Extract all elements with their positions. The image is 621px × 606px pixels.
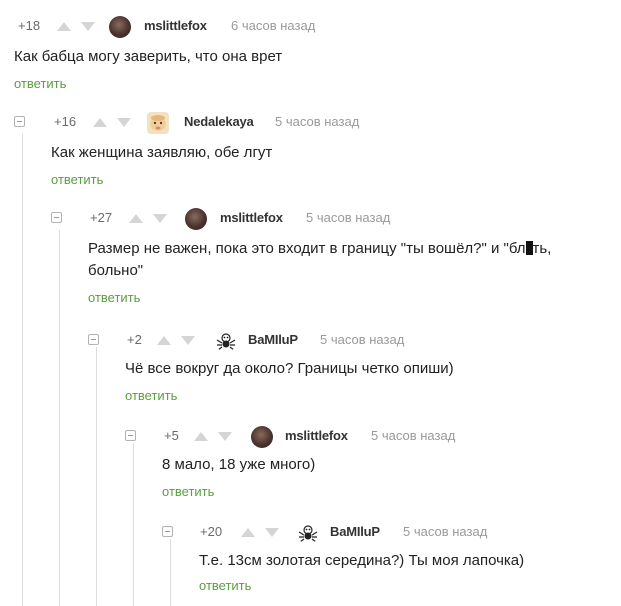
comment: +5 mslittlefox 5 часов назад 8 мало, 18 …: [125, 426, 608, 499]
comment-text-part: Размер не важен, пока это входит в грани…: [88, 240, 526, 257]
reply-button[interactable]: ответить: [162, 484, 608, 499]
comment: +27 mslittlefox 5 часов назад Размер не …: [51, 208, 614, 305]
upvote-icon[interactable]: [129, 214, 143, 223]
collapse-toggle-icon[interactable]: [14, 116, 25, 127]
comment-time[interactable]: 5 часов назад: [275, 114, 359, 129]
collapse-toggle-icon[interactable]: [51, 212, 62, 223]
upvote-icon[interactable]: [157, 336, 171, 345]
comment: +20 BaMIluP 5 часов назад Т.е. 13см золо…: [162, 522, 615, 593]
collapse-toggle-icon[interactable]: [162, 526, 173, 537]
comment-text: Размер не важен, пока это входит в грани…: [88, 238, 614, 282]
comment-text: Чё все вокруг да около? Границы четко оп…: [125, 360, 454, 377]
comment-author[interactable]: BaMIluP: [248, 332, 298, 347]
comment-rating: +27: [90, 210, 113, 225]
reply-button[interactable]: ответить: [199, 578, 615, 593]
avatar[interactable]: [185, 208, 207, 230]
comment-header: +5 mslittlefox 5 часов назад: [125, 426, 608, 450]
spider-icon: [298, 525, 318, 543]
comment-time[interactable]: 5 часов назад: [403, 524, 487, 539]
comment-author[interactable]: BaMIluP: [330, 524, 380, 539]
comment: +16 Nedalekaya 5 часов назад Как женщина…: [14, 112, 607, 187]
reply-button[interactable]: ответить: [125, 388, 611, 403]
avatar[interactable]: [297, 522, 319, 544]
censor-block: [525, 241, 533, 255]
downvote-icon[interactable]: [117, 118, 131, 127]
downvote-icon[interactable]: [153, 214, 167, 223]
comment: +18 mslittlefox 6 часов назад Как бабца …: [14, 16, 614, 91]
comment-header: +18 mslittlefox 6 часов назад: [14, 16, 614, 40]
reply-button[interactable]: ответить: [88, 290, 614, 305]
upvote-icon[interactable]: [241, 528, 255, 537]
avatar[interactable]: [147, 112, 169, 134]
comment-rating: +2: [127, 332, 142, 347]
comment-text: Т.е. 13см золотая середина?) Ты моя лапо…: [199, 552, 525, 569]
comment-time[interactable]: 5 часов назад: [371, 428, 455, 443]
comment-text-part: ть,: [532, 240, 552, 257]
collapse-toggle-icon[interactable]: [125, 430, 136, 441]
downvote-icon[interactable]: [81, 22, 95, 31]
comment-text-part: больно": [88, 262, 144, 279]
comment-author[interactable]: Nedalekaya: [184, 114, 254, 129]
comment-time[interactable]: 5 часов назад: [306, 210, 390, 225]
spider-icon: [216, 333, 236, 351]
comment: +2 BaMIluP 5 часов назад Чё все вокруг д…: [88, 330, 611, 403]
comment-author[interactable]: mslittlefox: [220, 210, 283, 225]
comment-rating: +16: [54, 114, 77, 129]
thread-line-level-1[interactable]: [22, 134, 23, 606]
comment-rating: +20: [200, 524, 223, 539]
reply-button[interactable]: ответить: [51, 172, 607, 187]
downvote-icon[interactable]: [218, 432, 232, 441]
comment-text: 8 мало, 18 уже много): [162, 456, 316, 473]
comment-header: +27 mslittlefox 5 часов назад: [51, 208, 614, 232]
collapse-toggle-icon[interactable]: [88, 334, 99, 345]
comment-header: +2 BaMIluP 5 часов назад: [88, 330, 611, 354]
upvote-icon[interactable]: [194, 432, 208, 441]
comment-author[interactable]: mslittlefox: [144, 18, 207, 33]
downvote-icon[interactable]: [265, 528, 279, 537]
avatar[interactable]: [215, 330, 237, 352]
avatar[interactable]: [251, 426, 273, 448]
comment-text: Как бабца могу заверить, что она врет: [14, 48, 283, 65]
comment-time[interactable]: 6 часов назад: [231, 18, 315, 33]
reply-button[interactable]: ответить: [14, 76, 614, 91]
comment-rating: +5: [164, 428, 179, 443]
comment-header: +16 Nedalekaya 5 часов назад: [14, 112, 607, 136]
comment-text: Как женщина заявляю, обе лгут: [51, 144, 273, 161]
comment-header: +20 BaMIluP 5 часов назад: [162, 522, 615, 546]
avatar[interactable]: [109, 16, 131, 38]
comment-time[interactable]: 5 часов назад: [320, 332, 404, 347]
comment-rating: +18: [18, 18, 41, 33]
upvote-icon[interactable]: [93, 118, 107, 127]
upvote-icon[interactable]: [57, 22, 71, 31]
comment-author[interactable]: mslittlefox: [285, 428, 348, 443]
downvote-icon[interactable]: [181, 336, 195, 345]
baby-avatar-icon: [150, 115, 166, 131]
